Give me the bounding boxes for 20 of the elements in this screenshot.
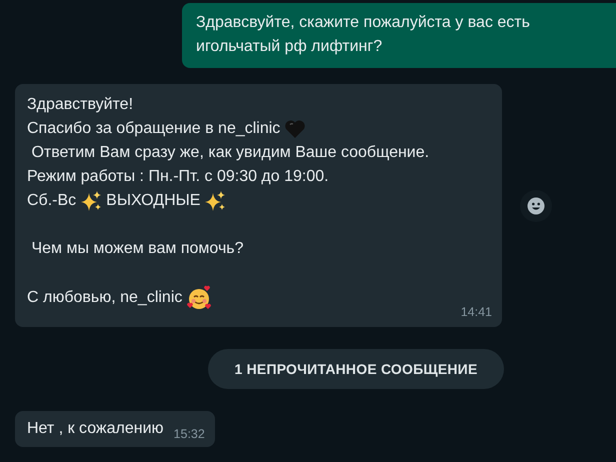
reaction-button[interactable] — [520, 190, 552, 222]
message-text: С любовью, ne_clinic — [27, 288, 182, 308]
sparkles-icon — [80, 190, 102, 212]
message-text: Ответим Вам сразу же, как увидим Ваше сообщение. — [30, 143, 430, 163]
message-text: Нет , к сожалению — [27, 419, 164, 439]
message-text: Здравсвуйте, скажите пожалуйста у вас есть — [196, 13, 530, 33]
message-text: Режим работы : Пн.-Пт. с 09:30 до 19:00. — [27, 167, 329, 187]
message-text: Чем мы можем вам помочь? — [30, 239, 244, 259]
message-text: Спасибо за обращение в ne_clinic — [27, 119, 280, 139]
message-text: Сб.-Вс — [27, 191, 76, 211]
unread-messages-label: 1 НЕПРОЧИТАННОЕ СООБЩЕНИЕ — [208, 349, 504, 389]
message-text: Здравствуйте! — [27, 95, 134, 115]
message-time: 15:32 — [174, 427, 205, 441]
sparkles-icon — [204, 190, 226, 212]
heart-icon — [284, 119, 306, 139]
message-text: ВЫХОДНЫЕ — [106, 191, 200, 211]
smiley-icon — [527, 196, 545, 214]
smiling-face-with-hearts-icon — [186, 285, 212, 311]
message-time: 14:41 — [460, 305, 492, 319]
message-text: игольчатый рф лифтинг? — [196, 37, 382, 57]
